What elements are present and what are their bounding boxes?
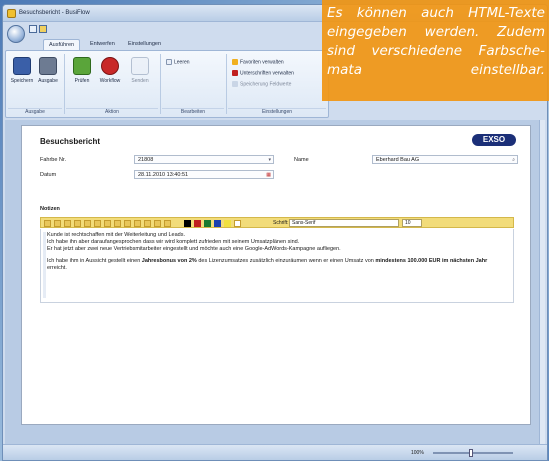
manage-signatures-command[interactable]: Unterschriften verwalten bbox=[232, 70, 294, 76]
check-icon bbox=[73, 57, 91, 75]
color-swatch-black[interactable] bbox=[184, 220, 191, 227]
bullet-list-icon[interactable] bbox=[104, 220, 111, 227]
group-separator bbox=[64, 54, 65, 114]
application-menu-button[interactable] bbox=[7, 25, 25, 43]
document-area: Besuchsbericht EXSO Fahrbe Nr. 21808 ▾ D… bbox=[5, 120, 545, 446]
field-label-name: Name bbox=[294, 157, 309, 163]
quick-open-icon[interactable] bbox=[39, 25, 47, 33]
notes-line: Ich habe ihn aber daraufangesprochen das… bbox=[47, 239, 300, 245]
group-label-ausgabe: Ausgabe bbox=[8, 108, 62, 116]
save-button[interactable]: Speichern bbox=[10, 57, 34, 101]
check-button[interactable]: Prüfen bbox=[70, 57, 94, 101]
align-center-icon[interactable] bbox=[134, 220, 141, 227]
font-size-select[interactable]: 10 bbox=[402, 219, 422, 227]
report-form: Besuchsbericht EXSO Fahrbe Nr. 21808 ▾ D… bbox=[21, 125, 531, 425]
quick-access-toolbar bbox=[7, 23, 47, 43]
vertical-ruler bbox=[43, 232, 46, 298]
feature-callout: Es können auch HTML-Texte eingegeben wer… bbox=[322, 0, 549, 101]
search-icon[interactable]: ⌕ bbox=[512, 157, 515, 163]
save-icon bbox=[13, 57, 31, 75]
numbered-list-icon[interactable] bbox=[114, 220, 121, 227]
window-title: Besuchsbericht - BusiFlow bbox=[19, 10, 90, 16]
field-label-number: Fahrbe Nr. bbox=[40, 157, 66, 163]
signature-icon bbox=[232, 70, 238, 76]
status-bar: 100% bbox=[3, 444, 547, 460]
zoom-slider[interactable] bbox=[433, 449, 513, 457]
clear-command[interactable]: Leeren bbox=[166, 59, 190, 65]
color-swatch-white[interactable] bbox=[234, 220, 241, 227]
group-label-aktion: Aktion bbox=[66, 108, 158, 116]
workflow-icon bbox=[101, 57, 119, 75]
font-select[interactable]: Sans-Serif bbox=[289, 219, 399, 227]
color-swatch-blue[interactable] bbox=[214, 220, 221, 227]
zoom-slider-thumb[interactable] bbox=[469, 449, 473, 457]
color-swatch-yellow[interactable] bbox=[224, 220, 231, 227]
zoom-level: 100% bbox=[411, 450, 424, 456]
font-label: Schrift: bbox=[273, 220, 289, 226]
eraser-icon bbox=[166, 59, 172, 65]
number-field[interactable]: 21808 ▾ bbox=[134, 155, 274, 164]
undo-icon[interactable] bbox=[84, 220, 91, 227]
ribbon-panel: Speichern Ausgabe Ausgabe Prüfen Workflo… bbox=[5, 50, 329, 118]
align-right-icon[interactable] bbox=[144, 220, 151, 227]
field-label-date: Datum bbox=[40, 172, 57, 178]
align-justify-icon[interactable] bbox=[154, 220, 161, 227]
strikethrough-icon[interactable] bbox=[74, 220, 81, 227]
notes-line: Kunde ist rechtschaffen mit der Weiterle… bbox=[47, 232, 185, 238]
underline-icon[interactable] bbox=[64, 220, 71, 227]
date-field[interactable]: 28.11.2010 13:40:51 ▦ bbox=[134, 170, 274, 179]
color-swatch-green[interactable] bbox=[204, 220, 211, 227]
report-title: Besuchsbericht bbox=[40, 137, 101, 146]
indent-icon[interactable] bbox=[164, 220, 171, 227]
italic-icon[interactable] bbox=[54, 220, 61, 227]
print-button[interactable]: Ausgabe bbox=[36, 57, 60, 101]
workflow-button[interactable]: Workflow bbox=[98, 57, 122, 101]
app-icon bbox=[7, 9, 16, 18]
manage-favorites-command[interactable]: Favoriten verwalten bbox=[232, 59, 284, 65]
company-logo: EXSO bbox=[472, 134, 516, 146]
save-field-values-command[interactable]: Speicherung Feldwerte bbox=[232, 81, 291, 87]
group-separator bbox=[226, 54, 227, 114]
align-left-icon[interactable] bbox=[124, 220, 131, 227]
star-icon bbox=[232, 59, 238, 65]
name-field[interactable]: Eberhard Bau AG ⌕ bbox=[372, 155, 518, 164]
redo-icon[interactable] bbox=[94, 220, 101, 227]
notes-editor[interactable]: Kunde ist rechtschaffen mit der Weiterle… bbox=[40, 229, 514, 303]
print-icon bbox=[39, 57, 57, 75]
mail-icon bbox=[131, 57, 149, 75]
group-label-einstellungen: Einstellungen bbox=[228, 108, 326, 116]
group-separator bbox=[160, 54, 161, 114]
vertical-scrollbar[interactable] bbox=[539, 120, 545, 446]
notes-label: Notizen bbox=[40, 206, 60, 212]
database-icon bbox=[232, 81, 238, 87]
notes-formatting-toolbar: Schrift: Sans-Serif 10 bbox=[40, 217, 514, 228]
notes-paragraph: Ich habe ihm in Aussicht gestellt einen … bbox=[47, 258, 488, 271]
calendar-icon[interactable]: ▦ bbox=[266, 172, 271, 178]
quick-save-icon[interactable] bbox=[29, 25, 37, 33]
chevron-down-icon[interactable]: ▾ bbox=[268, 157, 271, 163]
notes-line: Er hat jetzt aber zwei neue Vertriebsmit… bbox=[47, 246, 341, 252]
color-swatch-red[interactable] bbox=[194, 220, 201, 227]
bold-icon[interactable] bbox=[44, 220, 51, 227]
send-button[interactable]: Senden bbox=[128, 57, 152, 101]
group-label-bearbeiten: Bearbeiten bbox=[162, 108, 224, 116]
